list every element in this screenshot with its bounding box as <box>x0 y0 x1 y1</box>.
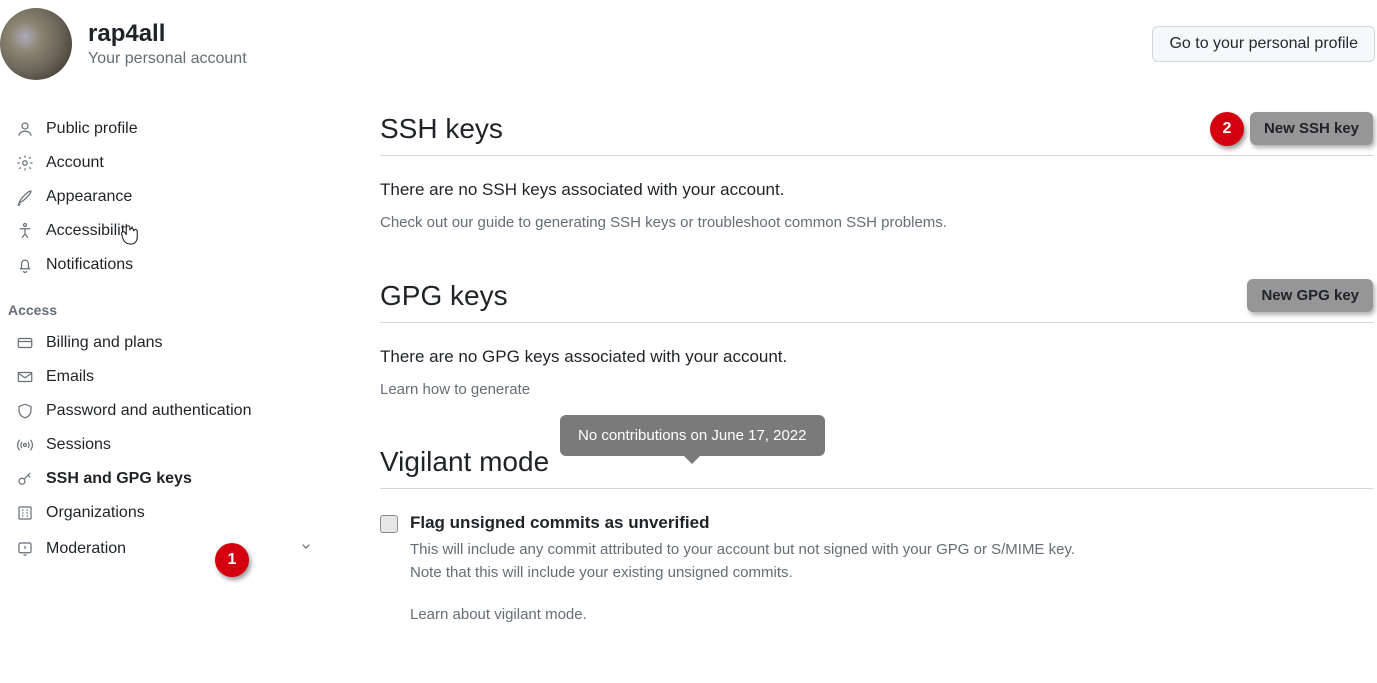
avatar[interactable] <box>0 8 72 80</box>
person-icon <box>16 120 34 138</box>
sidebar-item-notifications[interactable]: Notifications <box>8 248 332 282</box>
annotation-callout-2: 2 <box>1210 112 1244 146</box>
pointer-cursor-icon <box>118 222 140 251</box>
vigilant-title: Vigilant mode <box>380 446 549 478</box>
sidebar-item-public-profile[interactable]: Public profile <box>8 112 332 146</box>
vigilant-section: Vigilant mode Flag unsigned commits as u… <box>380 446 1373 623</box>
flag-unsigned-checkbox[interactable] <box>380 515 398 533</box>
paintbrush-icon <box>16 188 34 206</box>
sidebar-item-accessibility[interactable]: Accessibility <box>8 214 332 248</box>
user-info: rap4all Your personal account <box>0 8 247 80</box>
sidebar-item-label: Sessions <box>46 436 111 454</box>
credit-card-icon <box>16 334 34 352</box>
sidebar-item-account[interactable]: Account <box>8 146 332 180</box>
report-icon <box>16 540 34 558</box>
shield-lock-icon <box>16 402 34 420</box>
sidebar-item-label: Emails <box>46 368 94 386</box>
gpg-keys-title: GPG keys <box>380 280 508 312</box>
flag-unsigned-label[interactable]: Flag unsigned commits as unverified <box>410 513 1075 533</box>
accessibility-icon <box>16 222 34 240</box>
sidebar-item-label: SSH and GPG keys <box>46 470 192 488</box>
sidebar-item-ssh-gpg-keys[interactable]: SSH and GPG keys <box>8 462 332 496</box>
username: rap4all <box>88 20 247 48</box>
user-subtitle: Your personal account <box>88 50 247 68</box>
sidebar-item-billing[interactable]: Billing and plans <box>8 326 332 360</box>
contribution-tooltip: No contributions on June 17, 2022 <box>560 415 825 456</box>
sidebar-item-label: Password and authentication <box>46 402 251 420</box>
sidebar-item-organizations[interactable]: Organizations <box>8 496 332 530</box>
gpg-help-text[interactable]: Learn how to generate <box>380 381 1373 398</box>
sidebar-item-sessions[interactable]: Sessions <box>8 428 332 462</box>
sidebar-item-password[interactable]: Password and authentication <box>8 394 332 428</box>
new-gpg-key-button[interactable]: New GPG key <box>1247 279 1373 312</box>
vigilant-desc-2: Note that this will include your existin… <box>410 562 1075 585</box>
sidebar-item-emails[interactable]: Emails <box>8 360 332 394</box>
settings-sidebar: Public profile Account Appearance Access… <box>0 112 340 647</box>
gpg-empty-text: There are no GPG keys associated with yo… <box>380 347 1373 367</box>
bell-icon <box>16 256 34 274</box>
sidebar-item-appearance[interactable]: Appearance <box>8 180 332 214</box>
mail-icon <box>16 368 34 386</box>
page-header: rap4all Your personal account Go to your… <box>0 0 1377 88</box>
ssh-empty-text: There are no SSH keys associated with yo… <box>380 180 1373 200</box>
sidebar-item-label: Appearance <box>46 188 132 206</box>
new-ssh-key-button[interactable]: New SSH key <box>1250 112 1373 145</box>
vigilant-learn-link[interactable]: Learn about vigilant mode. <box>410 606 1075 623</box>
sidebar-item-label: Public profile <box>46 120 138 138</box>
sidebar-item-label: Account <box>46 154 104 172</box>
gear-icon <box>16 154 34 172</box>
sidebar-item-label: Billing and plans <box>46 334 163 352</box>
annotation-callout-1: 1 <box>215 543 249 577</box>
broadcast-icon <box>16 436 34 454</box>
sidebar-item-label: Organizations <box>46 504 145 522</box>
ssh-keys-title: SSH keys <box>380 113 503 145</box>
gpg-keys-section: GPG keys New GPG key There are no GPG ke… <box>380 279 1373 398</box>
chevron-down-icon <box>298 538 314 559</box>
main-content: SSH keys New SSH key There are no SSH ke… <box>380 112 1377 647</box>
key-icon <box>16 470 34 488</box>
organization-icon <box>16 504 34 522</box>
sidebar-item-moderation[interactable]: Moderation <box>8 530 332 567</box>
ssh-help-text[interactable]: Check out our guide to generating SSH ke… <box>380 214 1373 231</box>
sidebar-item-label: Notifications <box>46 256 133 274</box>
sidebar-item-label: Moderation <box>46 540 126 558</box>
go-to-profile-button[interactable]: Go to your personal profile <box>1152 26 1375 62</box>
vigilant-desc-1: This will include any commit attributed … <box>410 539 1075 562</box>
sidebar-section-access: Access <box>8 282 332 326</box>
